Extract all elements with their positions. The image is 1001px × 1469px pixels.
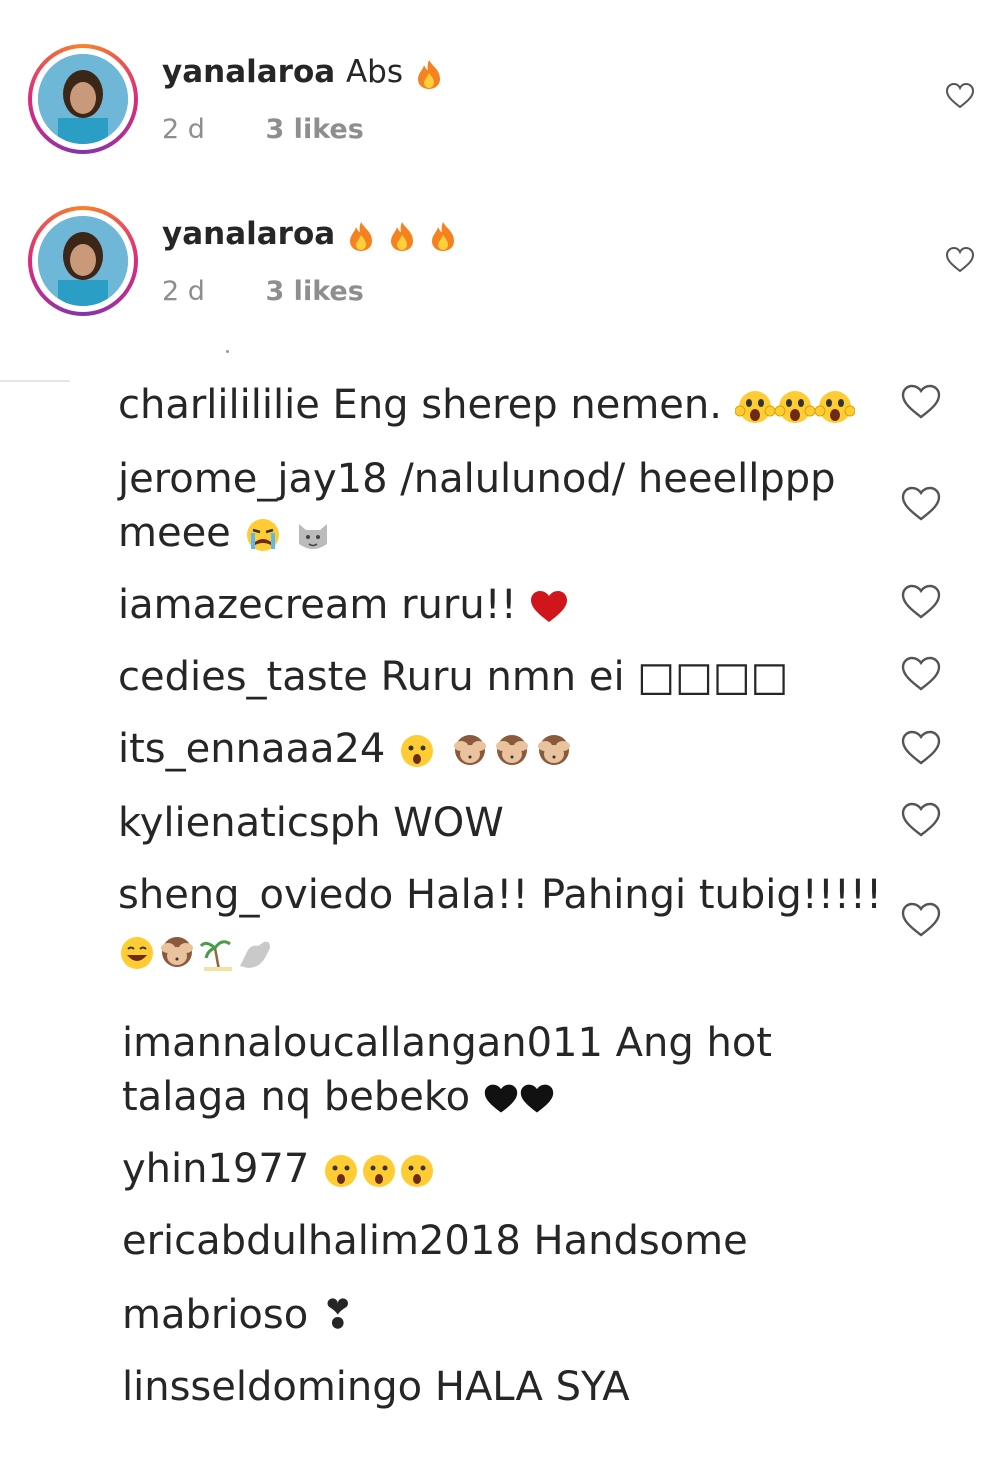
- astonished-face-emoji-icon: [360, 1152, 398, 1190]
- see-no-evil-monkey-emoji-icon: [156, 934, 198, 972]
- list-item: cedies_taste Ruru nmn ei □□□□: [118, 650, 788, 704]
- scream-emoji-icon: [814, 387, 855, 427]
- comment-text: Eng sherep nemen.: [332, 382, 722, 428]
- list-item: sheng_oviedo Hala!! Pahingi tubig!!!!!: [118, 868, 882, 922]
- see-no-evil-monkey-emoji-icon: [449, 732, 491, 770]
- beach-palm-emoji-icon: [198, 934, 236, 972]
- separator-dot: [226, 350, 229, 353]
- list-item: imannaloucallangan011 Ang hot: [122, 1016, 772, 1070]
- comment-username[interactable]: jerome_jay18: [118, 456, 388, 502]
- comment-likes[interactable]: 3 likes: [266, 276, 364, 307]
- comment-text: Ruru nmn ei □□□□: [380, 654, 789, 700]
- avatar[interactable]: [28, 206, 138, 316]
- fire-emoji-icon: [387, 220, 417, 252]
- comment-text: /nalulunod/ heeellppp: [400, 456, 836, 502]
- comment-username[interactable]: kylienaticsph: [118, 800, 380, 846]
- list-item: mabrioso ❣: [122, 1288, 354, 1342]
- avatar[interactable]: [28, 44, 138, 154]
- comment-username[interactable]: charlilililie: [118, 382, 320, 428]
- comment-username[interactable]: yanalaroa: [162, 54, 335, 90]
- comment-username[interactable]: its_ennaaa24: [118, 726, 385, 772]
- crying-face-emoji-icon: [244, 516, 282, 554]
- red-heart-emoji-icon: [529, 589, 569, 625]
- comment-text: Ang hot: [615, 1020, 772, 1066]
- list-item: ericabdulhalim2018 Handsome: [122, 1214, 748, 1268]
- comment-text: Handsome: [533, 1218, 748, 1264]
- comment-text: Abs: [345, 54, 404, 90]
- like-heart-icon[interactable]: [900, 382, 942, 422]
- like-heart-icon[interactable]: [900, 900, 942, 940]
- black-heart-emoji-icon: [483, 1082, 519, 1116]
- comment-username[interactable]: imannaloucallangan011: [122, 1020, 603, 1066]
- fire-emoji-icon: [414, 58, 444, 90]
- comment-text: meee: [118, 510, 231, 556]
- scream-emoji-icon: [734, 387, 775, 427]
- see-no-evil-monkey-emoji-icon: [533, 732, 575, 770]
- like-heart-icon[interactable]: [900, 654, 942, 694]
- like-heart-icon[interactable]: [944, 80, 976, 112]
- comment-likes[interactable]: 3 likes: [266, 114, 364, 145]
- list-item-continuation: meee: [118, 506, 332, 560]
- astonished-face-emoji-icon: [398, 1152, 436, 1190]
- divider: [0, 380, 70, 382]
- scream-emoji-icon: [774, 387, 815, 427]
- comment-username[interactable]: yanalaroa: [162, 216, 335, 252]
- comment-text: WOW: [393, 800, 504, 846]
- comment-username[interactable]: yhin1977: [122, 1146, 309, 1192]
- comment-username[interactable]: linsseldomingo: [122, 1364, 422, 1410]
- list-item: jerome_jay18 /nalulunod/ heeellppp: [118, 452, 836, 506]
- comment-text: HALA SYA: [434, 1364, 630, 1410]
- like-heart-icon[interactable]: [900, 728, 942, 768]
- like-heart-icon[interactable]: [900, 582, 942, 622]
- flexed-arm-emoji-icon: [236, 934, 276, 972]
- see-no-evil-monkey-emoji-icon: [491, 732, 533, 770]
- list-item-continuation: talaga nq bebeko: [122, 1070, 555, 1124]
- like-heart-icon[interactable]: [900, 800, 942, 840]
- comment-text: talaga nq bebeko: [122, 1074, 471, 1120]
- comment-username[interactable]: cedies_taste: [118, 654, 368, 700]
- list-item: iamazecream ruru!!: [118, 578, 569, 632]
- top-comment: yanalaroa Abs 2 d 3 likes: [0, 30, 1001, 170]
- cat-face-emoji-icon: [294, 516, 332, 554]
- grinning-face-emoji-icon: [118, 934, 156, 972]
- comment-username[interactable]: mabrioso: [122, 1292, 308, 1338]
- like-heart-icon[interactable]: [900, 484, 942, 524]
- comment-username[interactable]: sheng_oviedo: [118, 872, 393, 918]
- astonished-face-emoji-icon: [322, 1152, 360, 1190]
- comment-text: ❣: [320, 1292, 355, 1338]
- list-item: linsseldomingo HALA SYA: [122, 1360, 630, 1414]
- comment-text: ruru!!: [401, 582, 517, 628]
- like-heart-icon[interactable]: [944, 244, 976, 276]
- top-comment: yanalaroa 2 d 3 likes: [0, 192, 1001, 332]
- list-item: kylienaticsph WOW: [118, 796, 504, 850]
- list-item: yhin1977: [122, 1142, 436, 1196]
- comment-time: 2 d: [162, 276, 205, 307]
- list-item: its_ennaaa24: [118, 722, 575, 776]
- list-item: charlilililie Eng sherep nemen.: [118, 378, 855, 432]
- comment-username[interactable]: iamazecream: [118, 582, 388, 628]
- comment-text: Hala!! Pahingi tubig!!!!!: [406, 872, 882, 918]
- comment-username[interactable]: ericabdulhalim2018: [122, 1218, 521, 1264]
- fire-emoji-icon: [428, 220, 458, 252]
- comment-time: 2 d: [162, 114, 205, 145]
- list-item-continuation: [118, 924, 276, 978]
- astonished-face-emoji-icon: [398, 732, 436, 770]
- black-heart-emoji-icon: [519, 1082, 555, 1116]
- fire-emoji-icon: [346, 220, 376, 252]
